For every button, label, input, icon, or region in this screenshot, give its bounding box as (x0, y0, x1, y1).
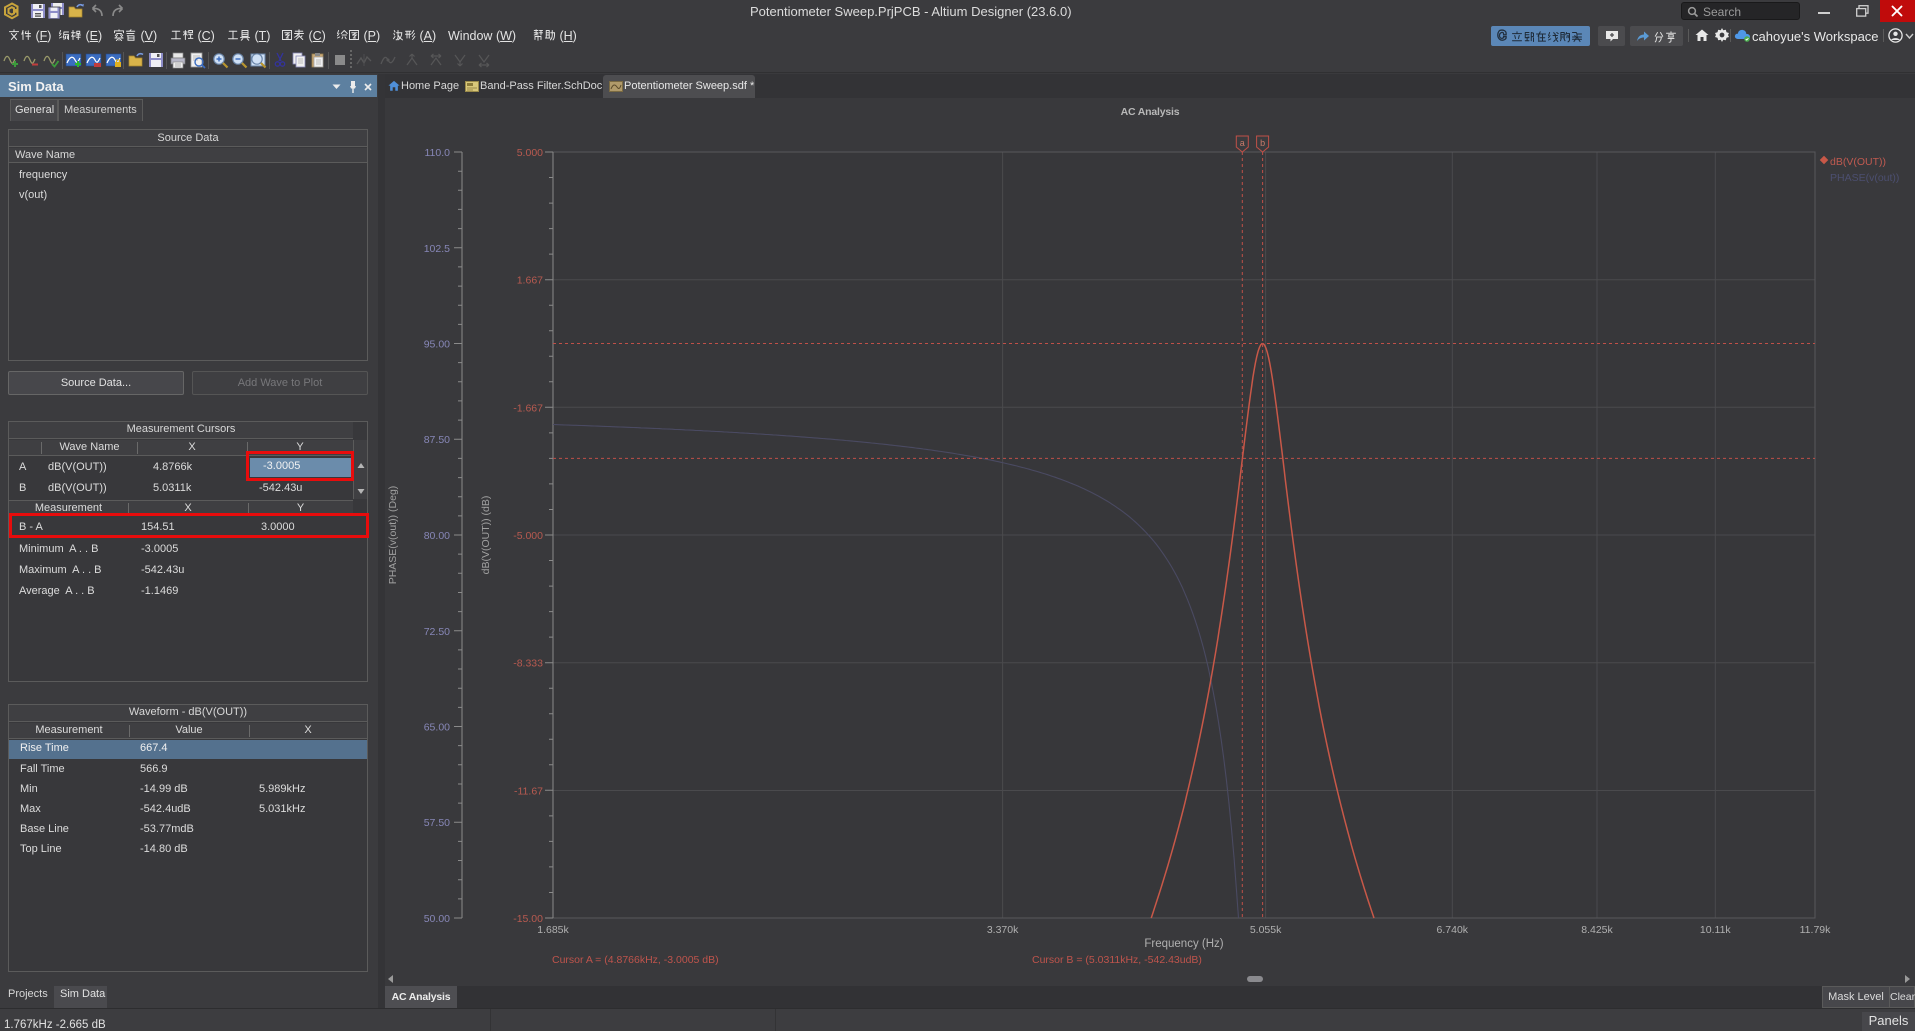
svg-text:-8.333: -8.333 (513, 658, 543, 670)
svg-text:6.740k: 6.740k (1437, 924, 1469, 936)
svg-text:57.50: 57.50 (424, 817, 450, 829)
svg-text:72.50: 72.50 (424, 626, 450, 638)
svg-text:95.00: 95.00 (424, 339, 450, 351)
svg-text:a: a (1240, 138, 1245, 148)
svg-text:b: b (1260, 138, 1265, 148)
svg-text:80.00: 80.00 (424, 530, 450, 542)
svg-text:dB(V(OUT)): dB(V(OUT)) (1830, 156, 1886, 168)
svg-text:5.055k: 5.055k (1250, 924, 1282, 936)
svg-text:5.000: 5.000 (517, 147, 543, 159)
svg-text:1.667: 1.667 (517, 275, 543, 287)
svg-text:102.5: 102.5 (424, 243, 450, 255)
svg-text:110.0: 110.0 (425, 147, 451, 159)
svg-text:65.00: 65.00 (424, 722, 450, 734)
svg-text:10.11k: 10.11k (1700, 924, 1731, 936)
svg-text:PHASE(v(out)): PHASE(v(out)) (1830, 172, 1899, 184)
svg-text:3.370k: 3.370k (987, 924, 1019, 936)
svg-text:Cursor B = (5.0311kHz, -542.43: Cursor B = (5.0311kHz, -542.43udB) (1032, 954, 1202, 966)
svg-text:11.79k: 11.79k (1800, 924, 1831, 936)
svg-text:-5.000: -5.000 (513, 530, 543, 542)
svg-text:AC Analysis: AC Analysis (1121, 106, 1180, 118)
svg-text:87.50: 87.50 (424, 434, 450, 446)
svg-text:PHASE(v(out)) (Deg): PHASE(v(out)) (Deg) (387, 486, 399, 585)
svg-text:-1.667: -1.667 (513, 402, 543, 414)
svg-text:Cursor A = (4.8766kHz, -3.0005: Cursor A = (4.8766kHz, -3.0005 dB) (552, 954, 719, 966)
svg-text:dB(V(OUT)) (dB): dB(V(OUT)) (dB) (480, 496, 492, 575)
svg-text:Frequency (Hz): Frequency (Hz) (1144, 938, 1223, 950)
svg-text:50.00: 50.00 (424, 913, 450, 925)
svg-text:1.685k: 1.685k (537, 924, 569, 936)
svg-text:-11.67: -11.67 (514, 785, 543, 797)
svg-text:8.425k: 8.425k (1581, 924, 1613, 936)
